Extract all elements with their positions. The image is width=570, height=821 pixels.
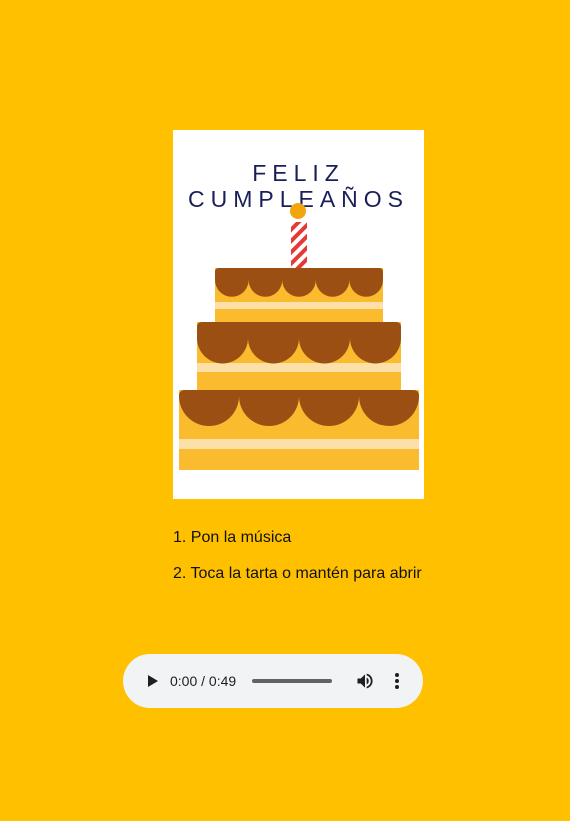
audio-player[interactable]: 0:00 / 0:49 (123, 654, 423, 708)
audio-seek-slider[interactable] (252, 679, 332, 683)
cake-tier-bottom (179, 390, 419, 470)
cake-tier-top (215, 268, 383, 322)
play-icon[interactable] (143, 672, 161, 690)
instruction-tap-cake: 2. Toca la tarta o mantén para abrir (173, 565, 422, 582)
candle-stick (291, 222, 307, 268)
volume-icon[interactable] (355, 671, 375, 691)
birthday-card: FELIZ CUMPLEAÑOS (173, 130, 424, 499)
candle (290, 203, 307, 268)
instruction-play-music: 1. Pon la música (173, 529, 292, 546)
cake-tier-middle (197, 322, 401, 390)
candle-flame-icon (290, 203, 306, 219)
instructions-list: 1. Pon la música 2. Toca la tarta o mant… (173, 528, 422, 600)
birthday-cake[interactable] (173, 130, 424, 499)
more-vert-icon[interactable] (388, 671, 406, 691)
audio-time-display: 0:00 / 0:49 (170, 673, 237, 689)
